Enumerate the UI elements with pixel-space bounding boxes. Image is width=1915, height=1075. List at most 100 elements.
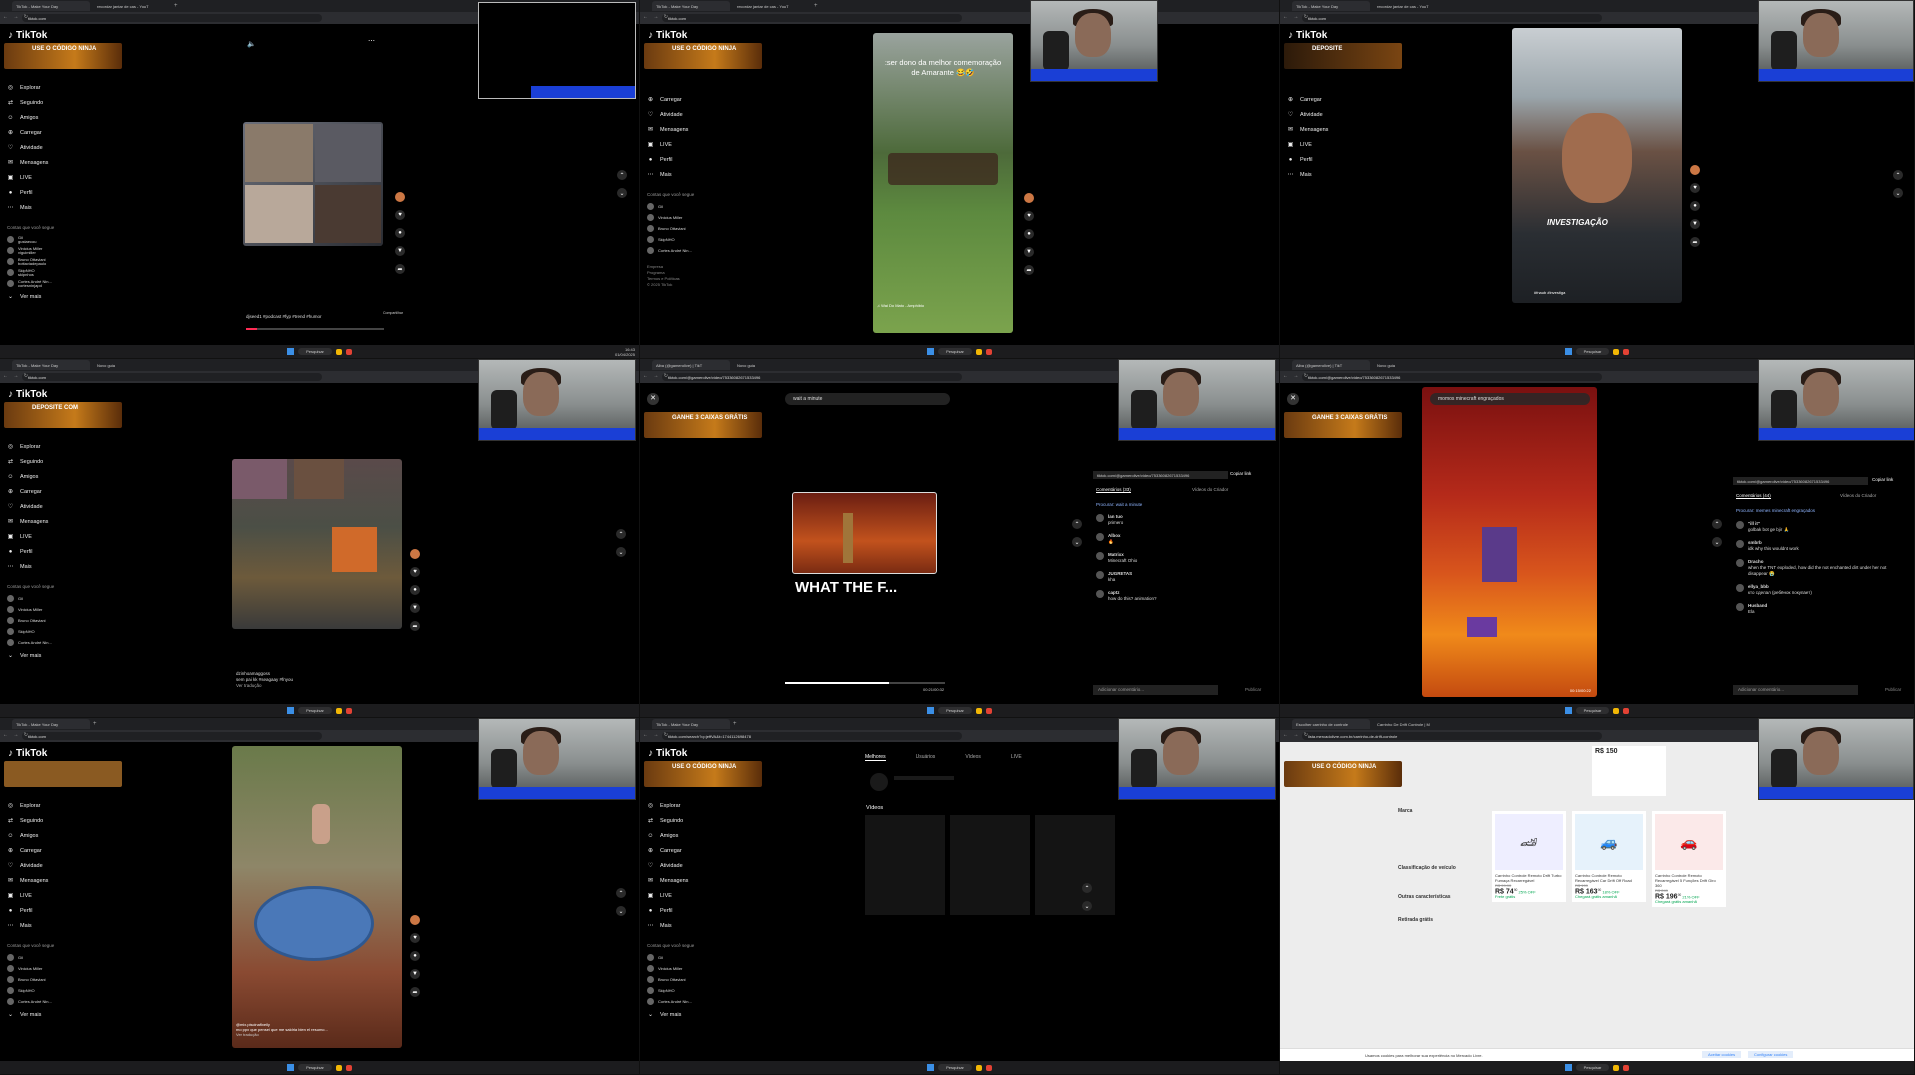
taskbar-search[interactable]: Pesquisar: [1575, 1064, 1610, 1071]
post-button[interactable]: Publicar: [1885, 687, 1901, 692]
sidebar-item-seguindo[interactable]: ⇄ Seguindo: [7, 95, 117, 110]
account-item[interactable]: Gil: [647, 952, 757, 963]
account-item[interactable]: Bruno Ottaviani: [7, 615, 117, 626]
share-icon[interactable]: ➦: [395, 264, 405, 274]
ad-banner[interactable]: USE O CÓDIGO NINJA: [644, 43, 762, 69]
sidebar-item-amigos[interactable]: ☺ Amigos: [647, 828, 757, 843]
tab-comments[interactable]: Comentários (44): [1736, 493, 1771, 499]
close-icon[interactable]: ✕: [1287, 393, 1299, 405]
account-item[interactable]: Cortes André Nin...: [647, 996, 757, 1007]
chevron-up-icon[interactable]: ⌃: [1893, 170, 1903, 180]
heart-icon[interactable]: ♥: [410, 567, 420, 577]
sidebar-item-live[interactable]: ▣ LIVE: [647, 888, 757, 903]
sidebar-item-mais[interactable]: ⋯ Mais: [647, 918, 757, 933]
url-field[interactable]: tiktok.com/@gamerolive/video/75336082671…: [1302, 373, 1602, 381]
comment-user[interactable]: "ill it": [1748, 521, 1760, 526]
sidebar-item-mais[interactable]: ⋯ Mais: [7, 559, 117, 574]
creator-name[interactable]: dzinhoamaggoss: [236, 671, 270, 676]
sidebar-item-carregar[interactable]: ⊕ Carregar: [7, 843, 117, 858]
sidebar-item-perfil[interactable]: ● Perfil: [647, 903, 757, 918]
browser-tab[interactable]: TikTok - Make Your Day: [12, 1, 90, 11]
chevron-down-icon[interactable]: ⌄: [616, 547, 626, 557]
chevron-down-icon[interactable]: ⌄: [616, 906, 626, 916]
ad-banner[interactable]: USE O CÓDIGO NINJA: [1284, 761, 1402, 787]
windows-start-icon[interactable]: [287, 707, 295, 714]
sidebar-item-perfil[interactable]: ● Perfil: [7, 544, 117, 559]
search-hint[interactable]: Procurar: wait a minute: [1096, 502, 1142, 507]
filter-heading[interactable]: Classificação de veículo: [1398, 865, 1458, 872]
tab-comments[interactable]: Comentários (33): [1096, 487, 1131, 493]
folder-icon[interactable]: [1613, 707, 1620, 714]
chevron-up-icon[interactable]: ⌃: [1712, 519, 1722, 529]
sidebar-item-explorar[interactable]: ◎ Explorar: [7, 798, 117, 813]
account-item[interactable]: SkipNHO: [647, 985, 757, 996]
ad-banner[interactable]: GANHE 3 CAIXAS GRÁTIS: [644, 412, 762, 438]
account-item[interactable]: Gil: [7, 593, 117, 604]
product-title[interactable]: Carrinho Controle Remoto Recarregável 5 …: [1655, 873, 1723, 888]
copy-link-button[interactable]: Copiar link: [1230, 471, 1251, 476]
sidebar-item-live[interactable]: ▣ LIVE: [7, 529, 117, 544]
nav-arrows-icon[interactable]: ← → ↻: [643, 14, 670, 20]
creator-avatar[interactable]: [410, 549, 420, 559]
comment-icon[interactable]: ●: [395, 228, 405, 238]
nav-arrows-icon[interactable]: ← → ↻: [1283, 373, 1310, 379]
browser-icon[interactable]: [985, 1064, 992, 1071]
bookmark-icon[interactable]: ▼: [1690, 219, 1700, 229]
folder-icon[interactable]: [335, 348, 342, 355]
progress-bar[interactable]: [246, 328, 384, 330]
new-tab-icon[interactable]: +: [174, 3, 178, 9]
tab-videos[interactable]: Vídeos: [965, 754, 981, 761]
filter-heading[interactable]: Retirada grátis: [1398, 917, 1458, 924]
sidebar-item-atividade[interactable]: ♡ Atividade: [647, 107, 757, 122]
folder-icon[interactable]: [975, 348, 982, 355]
browser-icon[interactable]: [985, 348, 992, 355]
account-item[interactable]: Bruno Ottaviani bottaviadepaulo: [7, 256, 117, 267]
windows-start-icon[interactable]: [1564, 707, 1572, 714]
folder-icon[interactable]: [335, 1064, 342, 1071]
sidebar-item-atividade[interactable]: ♡ Atividade: [7, 499, 117, 514]
ad-banner[interactable]: USE O CÓDIGO NINJA: [4, 43, 122, 69]
folder-icon[interactable]: [975, 707, 982, 714]
sidebar-item-explorar[interactable]: ◎ Explorar: [647, 798, 757, 813]
chevron-down-icon[interactable]: ⌄: [1712, 537, 1722, 547]
sidebar-item-mensagens[interactable]: ✉ Mensagens: [1287, 122, 1397, 137]
chevron-down-icon[interactable]: ⌄: [617, 188, 627, 198]
browser-tab[interactable]: TikTok - Make Your Day: [652, 719, 730, 729]
comment-icon[interactable]: ●: [410, 585, 420, 595]
see-more-link[interactable]: ⌄ Ver mais: [647, 1007, 757, 1022]
account-item[interactable]: SkipNHO skipnhos: [7, 267, 117, 278]
browser-icon[interactable]: [1623, 348, 1630, 355]
sidebar-item-perfil[interactable]: ● Perfil: [7, 185, 117, 200]
filter-heading[interactable]: Marca: [1398, 808, 1458, 815]
chevron-up-icon[interactable]: ⌃: [1082, 883, 1092, 893]
comment-user[interactable]: captz: [1108, 590, 1120, 595]
search-hint[interactable]: Procurar: memes minecraft engraçados: [1736, 508, 1815, 513]
tiktok-logo[interactable]: ♪ TikTok: [8, 748, 47, 759]
comment-user[interactable]: Husband: [1748, 603, 1767, 608]
browser-tab[interactable]: Alba (@gamerolive) | TikT: [652, 360, 730, 370]
sidebar-item-amigos[interactable]: ☺ Amigos: [7, 469, 117, 484]
sidebar-item-carregar[interactable]: ⊕ Carregar: [647, 843, 757, 858]
url-field[interactable]: tiktok.com/@gamerolive/video/75336082671…: [662, 373, 962, 381]
tiktok-logo[interactable]: ♪ TikTok: [1288, 30, 1327, 41]
account-item[interactable]: Cortes André Nin... cortesninjapd: [7, 278, 117, 289]
browser-icon[interactable]: [1623, 707, 1630, 714]
product-title[interactable]: Carrinho Controle Remoto Recarregável Ca…: [1575, 873, 1643, 883]
bookmark-icon[interactable]: ▼: [410, 969, 420, 979]
browser-tab[interactable]: TikTok - Make Your Day: [12, 360, 90, 370]
video-player[interactable]: @mix.piscinaflxeily mo ppx que pensei qu…: [232, 746, 402, 1048]
account-item[interactable]: SkipNHO: [647, 234, 757, 245]
browser-tab[interactable]: Novo guia: [1373, 360, 1451, 370]
sidebar-item-mensagens[interactable]: ✉ Mensagens: [7, 873, 117, 888]
windows-start-icon[interactable]: [1564, 1064, 1572, 1071]
sidebar-item-explorar[interactable]: ◎ Explorar: [7, 80, 117, 95]
nav-arrows-icon[interactable]: ← → ↻: [3, 732, 30, 738]
sidebar-item-carregar[interactable]: ⊕ Carregar: [7, 484, 117, 499]
sidebar-item-carregar[interactable]: ⊕ Carregar: [647, 92, 757, 107]
comment-user[interactable]: Matrixx: [1108, 552, 1124, 557]
see-more-link[interactable]: ⌄ Ver mais: [7, 1007, 117, 1022]
comment-user[interactable]: Dracho: [1748, 559, 1764, 564]
sidebar-item-live[interactable]: ▣ LIVE: [7, 888, 117, 903]
creator-avatar[interactable]: [1690, 165, 1700, 175]
browser-tab[interactable]: Carrinho De Drift Controle | M: [1373, 719, 1451, 729]
